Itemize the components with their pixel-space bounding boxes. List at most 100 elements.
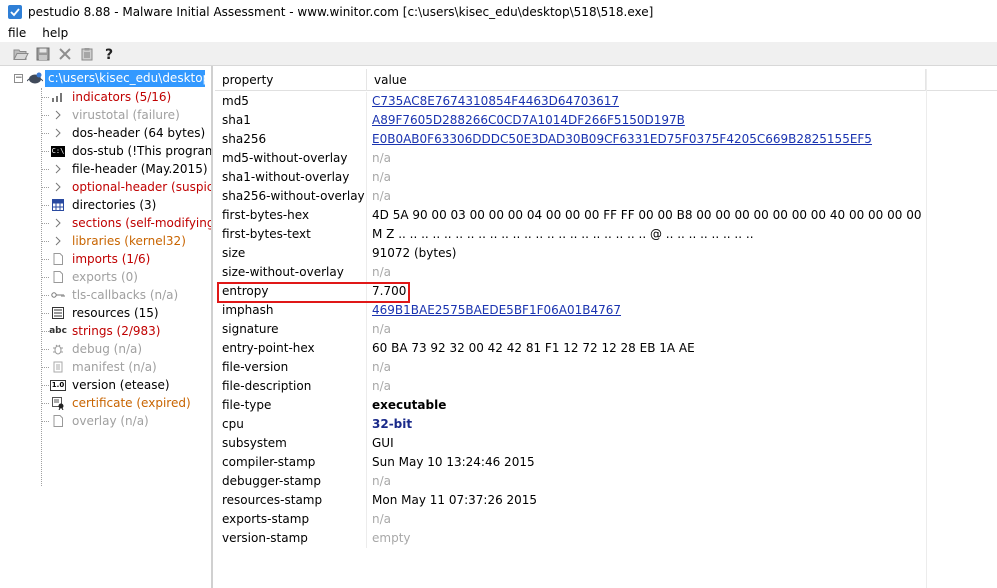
table-row[interactable]: md5 C735AC8E7674310854F4463D64703617 <box>215 92 997 111</box>
table-row[interactable]: sha1-without-overlay n/a <box>215 168 997 187</box>
tree-item-label[interactable]: resources (15) <box>72 306 159 320</box>
tree-item-label[interactable]: strings (2/983) <box>72 324 160 338</box>
tree-item-label[interactable]: optional-header (suspiciou <box>72 180 211 194</box>
table-row[interactable]: imphash 469B1BAE2575BAEDE5BF1F06A01B4767 <box>215 301 997 320</box>
tree-item[interactable]: sections (self-modifying) <box>41 214 211 232</box>
table-row[interactable]: md5-without-overlay n/a <box>215 149 997 168</box>
open-icon[interactable] <box>10 44 32 64</box>
table-row[interactable]: signature n/a <box>215 320 997 339</box>
menu-file[interactable]: file <box>8 26 26 40</box>
table-row[interactable]: cpu 32-bit <box>215 415 997 434</box>
tree-item[interactable]: libraries (kernel32) <box>41 232 186 250</box>
arrow-icon <box>50 180 66 194</box>
close-icon[interactable] <box>54 44 76 64</box>
table-row[interactable]: sha1 A89F7605D288266C0CD7A1014DF266F5150D… <box>215 111 997 130</box>
tree-item[interactable]: overlay (n/a) <box>41 412 149 430</box>
tree-item-label[interactable]: tls-callbacks (n/a) <box>72 288 178 302</box>
table-row[interactable]: exports-stamp n/a <box>215 510 997 529</box>
tree-item[interactable]: file-header (May.2015) <box>41 160 208 178</box>
tree-item[interactable]: debug (n/a) <box>41 340 142 358</box>
table-row[interactable]: file-version n/a <box>215 358 997 377</box>
tree-item[interactable]: C:\ dos-stub (!This program c <box>41 142 211 160</box>
column-header-value[interactable]: value <box>367 69 926 91</box>
tree-item[interactable]: dos-header (64 bytes) <box>41 124 205 142</box>
property-cell: size-without-overlay <box>215 263 367 282</box>
tree-item[interactable]: optional-header (suspiciou <box>41 178 211 196</box>
tree-item-label[interactable]: version (etease) <box>72 378 170 392</box>
tree-root-label[interactable]: c:\users\kisec_edu\desktop\518\518.exe <box>45 69 205 87</box>
tree-item-label[interactable]: sections (self-modifying) <box>72 216 211 230</box>
tree-item-label[interactable]: imports (1/6) <box>72 252 150 266</box>
value-cell: Sun May 10 13:24:46 2015 <box>372 455 535 469</box>
property-cell: debugger-stamp <box>215 472 367 491</box>
property-cell: cpu <box>215 415 367 434</box>
table-row[interactable]: sha256 E0B0AB0F63306DDDC50E3DAD30B09CF633… <box>215 130 997 149</box>
table-row[interactable]: size-without-overlay n/a <box>215 263 997 282</box>
tree-item-label[interactable]: virustotal (failure) <box>72 108 180 122</box>
entropy-highlight-box <box>217 282 410 303</box>
table-row[interactable]: resources-stamp Mon May 11 07:37:26 2015 <box>215 491 997 510</box>
tree-branch-line <box>41 330 49 332</box>
value-cell: 60 BA 73 92 32 00 42 42 81 F1 12 72 12 2… <box>372 341 695 355</box>
tree-branch-line <box>41 276 49 278</box>
tree-item[interactable]: resources (15) <box>41 304 159 322</box>
value-cell[interactable]: E0B0AB0F63306DDDC50E3DAD30B09CF6331ED75F… <box>367 130 925 149</box>
tree-item-label[interactable]: debug (n/a) <box>72 342 142 356</box>
tree-item[interactable]: imports (1/6) <box>41 250 150 268</box>
tree-branch-line <box>41 132 49 134</box>
tree-item[interactable]: 1.0 version (etease) <box>41 376 170 394</box>
table-row[interactable]: file-type executable <box>215 396 997 415</box>
tree-item-label[interactable]: indicators (5/16) <box>72 90 171 104</box>
column-header-property[interactable]: property <box>215 69 367 91</box>
save-icon[interactable] <box>32 44 54 64</box>
value-cell: n/a <box>372 474 392 488</box>
table-row[interactable]: compiler-stamp Sun May 10 13:24:46 2015 <box>215 453 997 472</box>
tree-item-label[interactable]: manifest (n/a) <box>72 360 157 374</box>
property-cell: subsystem <box>215 434 367 453</box>
tree-item[interactable]: abc strings (2/983) <box>41 322 160 340</box>
arrow-icon <box>50 216 66 230</box>
tree-item[interactable]: tls-callbacks (n/a) <box>41 286 178 304</box>
clipboard-icon[interactable] <box>76 44 98 64</box>
tree-item-label[interactable]: exports (0) <box>72 270 138 284</box>
tree-item-label[interactable]: certificate (expired) <box>72 396 191 410</box>
table-row[interactable]: sha256-without-overlay n/a <box>215 187 997 206</box>
tree-item[interactable]: certificate (expired) <box>41 394 191 412</box>
tree-item[interactable]: exports (0) <box>41 268 138 286</box>
collapse-toggle[interactable]: − <box>14 73 23 83</box>
value-cell[interactable]: A89F7605D288266C0CD7A1014DF266F5150D197B <box>367 111 925 130</box>
tree-item-label[interactable]: file-header (May.2015) <box>72 162 208 176</box>
table-row[interactable]: file-description n/a <box>215 377 997 396</box>
tree-item[interactable]: virustotal (failure) <box>41 106 180 124</box>
property-cell: file-description <box>215 377 367 396</box>
tree-item[interactable]: indicators (5/16) <box>41 88 171 106</box>
bug-icon <box>50 342 66 356</box>
tree-branch-line <box>41 348 49 350</box>
table-row[interactable]: first-bytes-hex 4D 5A 90 00 03 00 00 00 0… <box>215 206 997 225</box>
tree-item-label[interactable]: dos-stub (!This program c <box>72 144 211 158</box>
document-icon <box>50 270 66 284</box>
menu-bar: file help <box>0 24 997 42</box>
table-row[interactable]: entry-point-hex 60 BA 73 92 32 00 42 42 8… <box>215 339 997 358</box>
table-row[interactable]: version-stamp empty <box>215 529 997 548</box>
grid-icon <box>50 198 66 212</box>
table-row[interactable]: size 91072 (bytes) <box>215 244 997 263</box>
tree-item-label[interactable]: overlay (n/a) <box>72 414 149 428</box>
tree-item[interactable]: directories (3) <box>41 196 156 214</box>
table-row[interactable]: debugger-stamp n/a <box>215 472 997 491</box>
arrow-icon <box>50 126 66 140</box>
tree-panel: − c:\users\kisec_edu\desktop\518\518.exe… <box>0 66 213 588</box>
tree-item-label[interactable]: dos-header (64 bytes) <box>72 126 205 140</box>
help-icon[interactable]: ? <box>98 44 120 64</box>
table-row[interactable]: subsystem GUI <box>215 434 997 453</box>
tree-item[interactable]: manifest (n/a) <box>41 358 157 376</box>
tree-item-label[interactable]: libraries (kernel32) <box>72 234 186 248</box>
value-cell[interactable]: C735AC8E7674310854F4463D64703617 <box>367 92 925 111</box>
tree-item-label[interactable]: directories (3) <box>72 198 156 212</box>
tree-root[interactable]: − c:\users\kisec_edu\desktop\518\518.exe <box>14 69 205 87</box>
tree-branch-line <box>41 222 49 224</box>
menu-help[interactable]: help <box>42 26 68 40</box>
version-icon: 1.0 <box>49 379 67 391</box>
value-cell[interactable]: 469B1BAE2575BAEDE5BF1F06A01B4767 <box>367 301 925 320</box>
table-row[interactable]: first-bytes-text M Z .. .. .. .. .. .. ..… <box>215 225 997 244</box>
